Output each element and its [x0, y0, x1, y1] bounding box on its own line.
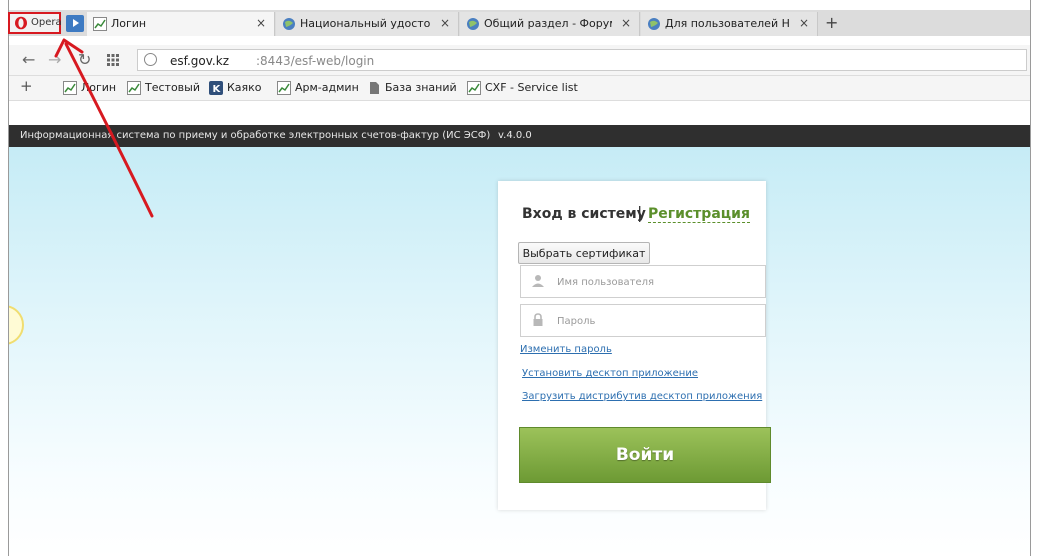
tab-national-cert[interactable]: Национальный удостове ×	[276, 12, 459, 36]
select-certificate-button[interactable]: Выбрать сертификат	[518, 242, 650, 264]
chart-favicon-icon	[127, 81, 141, 95]
download-desktop-link[interactable]: Загрузить дистрибутив десктоп приложения	[522, 391, 762, 402]
window-edge-left	[0, 0, 9, 556]
chart-favicon-icon	[63, 81, 77, 95]
register-link[interactable]: Регистрация	[648, 206, 750, 223]
app-version: v.4.0.0	[498, 130, 532, 141]
decorative-circle	[8, 305, 24, 345]
globe-favicon-icon	[283, 18, 295, 30]
kayako-logo-icon: K	[209, 81, 223, 95]
url-host: esf.gov.kz	[170, 54, 229, 68]
install-desktop-link[interactable]: Установить десктоп приложение	[522, 368, 698, 379]
app-title: Информационная система по приему и обраб…	[20, 130, 491, 141]
username-field[interactable]	[520, 265, 766, 298]
chart-favicon-icon	[93, 17, 107, 31]
bookmark-label: Тестовый	[145, 81, 200, 94]
bookmark-label: База знаний	[385, 81, 457, 94]
globe-favicon-icon	[648, 18, 660, 30]
tab-close-icon[interactable]: ×	[799, 16, 809, 30]
password-input[interactable]	[555, 311, 759, 331]
chart-favicon-icon	[277, 81, 291, 95]
new-tab-button[interactable]: +	[825, 13, 838, 32]
tab-label: Логин	[111, 17, 147, 30]
window-edge-right	[1030, 0, 1037, 556]
tab-label: Для пользователей НУЦ	[665, 17, 790, 30]
opera-label: Opera	[31, 17, 62, 28]
tab-forum[interactable]: Общий раздел - Форум Н ×	[460, 12, 640, 36]
title-separator: |	[637, 203, 643, 222]
sidebar-toggle-button[interactable]	[66, 15, 84, 32]
globe-favicon-icon	[467, 18, 479, 30]
tab-close-icon[interactable]: ×	[256, 16, 266, 30]
forward-arrow-icon[interactable]: →	[48, 50, 61, 69]
change-password-link[interactable]: Изменить пароль	[520, 344, 612, 355]
back-arrow-icon[interactable]: ←	[22, 50, 35, 69]
url-field[interactable]: esf.gov.kz :8443/esf-web/login	[137, 49, 1027, 71]
chart-favicon-icon	[467, 81, 481, 95]
speed-dial-grid-icon[interactable]	[107, 54, 119, 66]
bookmark-label: Логин	[81, 81, 117, 94]
document-icon	[370, 82, 379, 94]
svg-text:K: K	[213, 84, 222, 95]
user-icon	[532, 275, 544, 287]
bookmark-label: Арм-админ	[295, 81, 359, 94]
opera-menu-button[interactable]: Opera	[8, 12, 62, 34]
tab-close-icon[interactable]: ×	[440, 16, 450, 30]
username-input[interactable]	[555, 272, 759, 292]
login-title: Вход в систему	[522, 206, 646, 222]
lock-icon	[533, 313, 543, 326]
tab-nuc-users[interactable]: Для пользователей НУЦ ×	[641, 12, 818, 36]
tab-login[interactable]: Логин ×	[87, 12, 275, 36]
tab-label: Национальный удостове	[300, 17, 430, 30]
browser-window: Opera Логин × Национальный удостове × Об…	[0, 0, 1037, 556]
tab-close-icon[interactable]: ×	[621, 16, 631, 30]
login-button[interactable]: Войти	[519, 427, 771, 483]
password-field[interactable]	[520, 304, 766, 337]
url-path: :8443/esf-web/login	[256, 54, 375, 68]
app-header: Информационная система по приему и обраб…	[8, 125, 1030, 147]
add-bookmark-button[interactable]: +	[20, 77, 33, 95]
opera-logo-icon	[15, 16, 27, 30]
tab-label: Общий раздел - Форум Н	[484, 17, 612, 30]
site-info-icon[interactable]	[144, 53, 157, 66]
reload-icon[interactable]: ↻	[78, 50, 91, 69]
bookmark-label: Каяко	[227, 81, 262, 94]
bookmark-label: CXF - Service list	[485, 81, 578, 94]
